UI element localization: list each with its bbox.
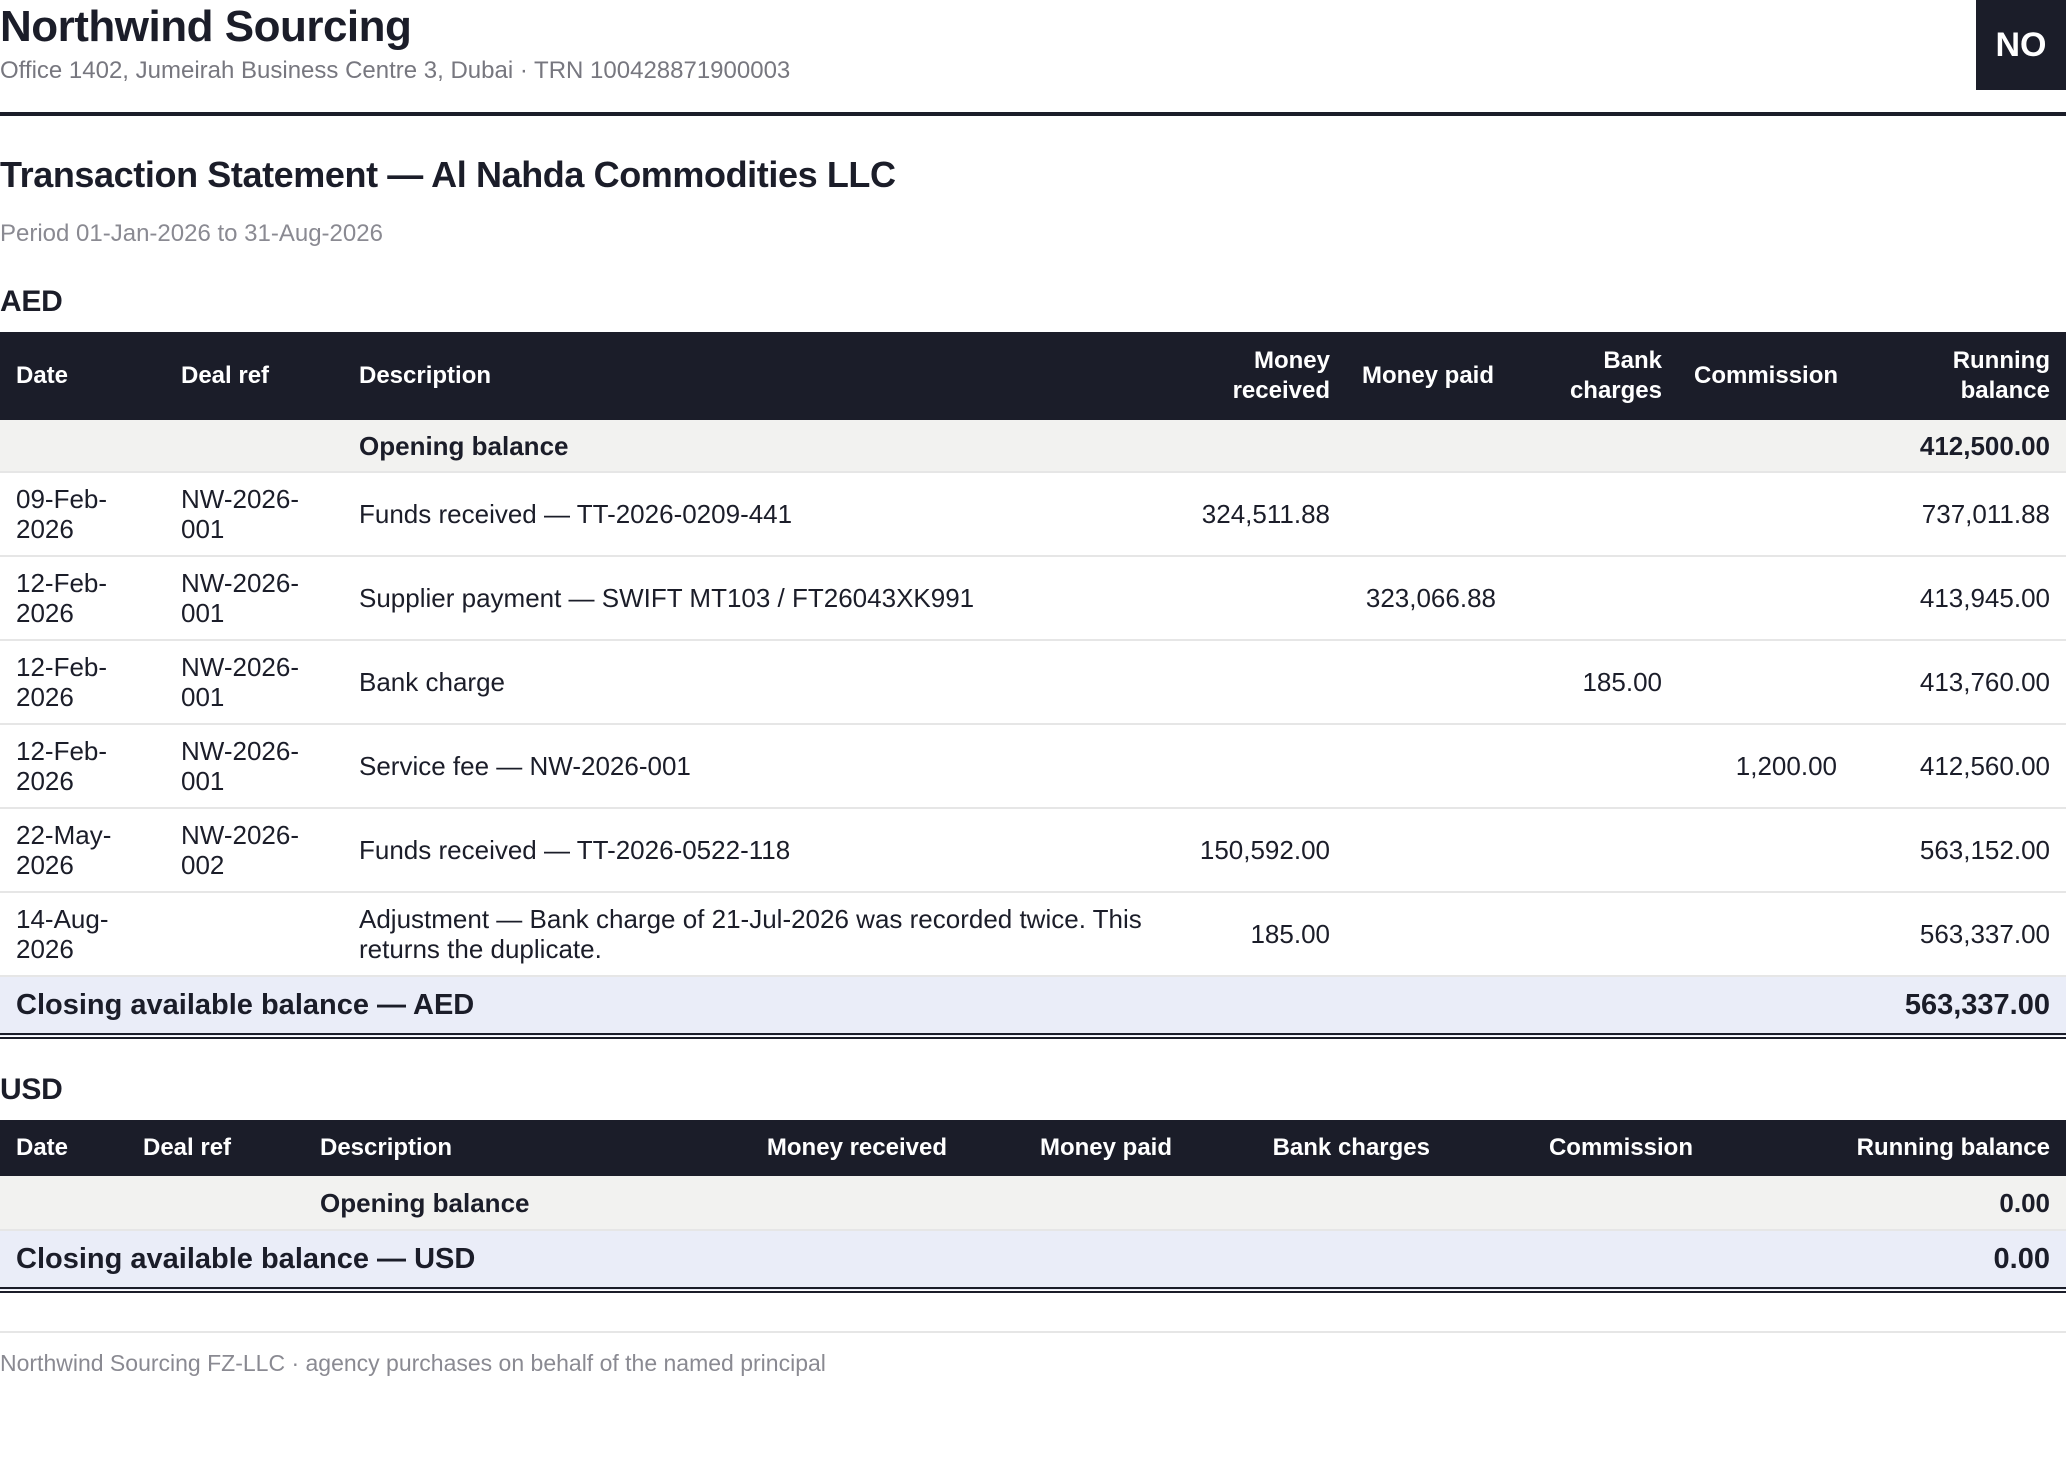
cell-date: 12-Feb-2026 bbox=[0, 556, 165, 641]
cell-bank-charges bbox=[1512, 472, 1678, 557]
cell-money-received bbox=[1163, 640, 1346, 725]
column-header-date: Date bbox=[0, 1120, 127, 1176]
cell-commission bbox=[1678, 808, 1853, 893]
closing-balance-value: 0.00 bbox=[1709, 1230, 2066, 1293]
cell-date: 22-May-2026 bbox=[0, 808, 165, 893]
opening-balance-label: Opening balance bbox=[304, 1176, 742, 1231]
cell-bank-charges bbox=[1512, 892, 1678, 977]
cell-money-paid bbox=[1346, 640, 1512, 725]
column-header-running-balance: Running balance bbox=[1853, 332, 2066, 420]
column-header-bank-charges: Bank charges bbox=[1188, 1120, 1446, 1176]
usd-transactions-table: Date Deal ref Description Money received… bbox=[0, 1120, 2066, 1293]
cell-commission bbox=[1678, 472, 1853, 557]
aed-transactions-table: Date Deal ref Description Money received… bbox=[0, 332, 2066, 1039]
table-row: 12-Feb-2026 NW-2026-001 Bank charge 185.00 4… bbox=[0, 640, 2066, 725]
table-row: 09-Feb-2026 NW-2026-001 Funds received — T… bbox=[0, 472, 2066, 557]
company-name: Northwind Sourcing bbox=[0, 2, 412, 51]
cell-description: Service fee — NW-2026-001 bbox=[343, 724, 1163, 809]
cell-commission bbox=[1678, 892, 1853, 977]
cell-running-balance: 737,011.88 bbox=[1853, 472, 2066, 557]
cell-money-received bbox=[1163, 724, 1346, 809]
cell-commission bbox=[1678, 640, 1853, 725]
currency-heading-usd: USD bbox=[0, 1073, 63, 1106]
table-row: 12-Feb-2026 NW-2026-001 Service fee — NW-2… bbox=[0, 724, 2066, 809]
column-header-deal-ref: Deal ref bbox=[165, 332, 343, 420]
company-initials-badge: NO bbox=[1976, 0, 2066, 90]
cell-description: Bank charge bbox=[343, 640, 1163, 725]
cell-money-received bbox=[1163, 556, 1346, 641]
cell-commission bbox=[1678, 556, 1853, 641]
cell-deal-ref: NW-2026-001 bbox=[165, 640, 343, 725]
column-header-running-balance: Running balance bbox=[1709, 1120, 2066, 1176]
opening-balance-label: Opening balance bbox=[343, 420, 1163, 473]
cell-money-received: 324,511.88 bbox=[1163, 472, 1346, 557]
cell-running-balance: 413,945.00 bbox=[1853, 556, 2066, 641]
cell-description: Funds received — TT-2026-0522-118 bbox=[343, 808, 1163, 893]
cell-bank-charges bbox=[1512, 808, 1678, 893]
statement-period: Period 01-Jan-2026 to 31-Aug-2026 bbox=[0, 220, 383, 247]
currency-heading-aed: AED bbox=[0, 285, 63, 318]
statement-title: Transaction Statement — Al Nahda Commodi… bbox=[0, 154, 896, 195]
table-row: 12-Feb-2026 NW-2026-001 Supplier payment —… bbox=[0, 556, 2066, 641]
opening-balance-value: 412,500.00 bbox=[1853, 420, 2066, 473]
closing-balance-label: Closing available balance — USD bbox=[0, 1230, 742, 1293]
column-header-description: Description bbox=[343, 332, 1163, 420]
cell-description: Adjustment — Bank charge of 21-Jul-2026 … bbox=[343, 892, 1163, 977]
cell-money-paid bbox=[1346, 472, 1512, 557]
cell-deal-ref bbox=[165, 892, 343, 977]
column-header-money-received: Money received bbox=[1163, 332, 1346, 420]
closing-balance-label: Closing available balance — AED bbox=[0, 976, 1163, 1039]
column-header-description: Description bbox=[304, 1120, 742, 1176]
cell-deal-ref: NW-2026-001 bbox=[165, 556, 343, 641]
cell-running-balance: 563,152.00 bbox=[1853, 808, 2066, 893]
cell-deal-ref: NW-2026-002 bbox=[165, 808, 343, 893]
opening-balance-value: 0.00 bbox=[1709, 1176, 2066, 1231]
opening-balance-row: Opening balance 0.00 bbox=[0, 1176, 2066, 1231]
closing-balance-value: 563,337.00 bbox=[1853, 976, 2066, 1039]
statement-page: Northwind Sourcing Office 1402, Jumeirah… bbox=[0, 0, 2066, 1466]
column-header-money-received: Money received bbox=[742, 1120, 963, 1176]
table-header-row: Date Deal ref Description Money received… bbox=[0, 332, 2066, 420]
closing-balance-row: Closing available balance — AED 563,337.… bbox=[0, 976, 2066, 1039]
column-header-commission: Commission bbox=[1678, 332, 1853, 420]
cell-money-paid: 323,066.88 bbox=[1346, 556, 1512, 641]
cell-date: 14-Aug-2026 bbox=[0, 892, 165, 977]
column-header-bank-charges: Bank charges bbox=[1512, 332, 1678, 420]
cell-money-received: 150,592.00 bbox=[1163, 808, 1346, 893]
table-row: 14-Aug-2026 Adjustment — Bank charge of 2… bbox=[0, 892, 2066, 977]
cell-deal-ref: NW-2026-001 bbox=[165, 724, 343, 809]
cell-deal-ref: NW-2026-001 bbox=[165, 472, 343, 557]
column-header-money-paid: Money paid bbox=[963, 1120, 1188, 1176]
column-header-commission: Commission bbox=[1446, 1120, 1709, 1176]
table-header-row: Date Deal ref Description Money received… bbox=[0, 1120, 2066, 1176]
cell-money-paid bbox=[1346, 724, 1512, 809]
cell-money-paid bbox=[1346, 808, 1512, 893]
cell-bank-charges: 185.00 bbox=[1512, 640, 1678, 725]
table-row: 22-May-2026 NW-2026-002 Funds received — T… bbox=[0, 808, 2066, 893]
cell-running-balance: 563,337.00 bbox=[1853, 892, 2066, 977]
cell-date: 09-Feb-2026 bbox=[0, 472, 165, 557]
cell-bank-charges bbox=[1512, 724, 1678, 809]
company-address: Office 1402, Jumeirah Business Centre 3,… bbox=[0, 57, 791, 84]
cell-date: 12-Feb-2026 bbox=[0, 640, 165, 725]
column-header-money-paid: Money paid bbox=[1346, 332, 1512, 420]
cell-bank-charges bbox=[1512, 556, 1678, 641]
cell-money-received: 185.00 bbox=[1163, 892, 1346, 977]
column-header-date: Date bbox=[0, 332, 165, 420]
cell-commission: 1,200.00 bbox=[1678, 724, 1853, 809]
closing-balance-row: Closing available balance — USD 0.00 bbox=[0, 1230, 2066, 1293]
cell-money-paid bbox=[1346, 892, 1512, 977]
cell-date: 12-Feb-2026 bbox=[0, 724, 165, 809]
footer-note: Northwind Sourcing FZ-LLC · agency purch… bbox=[0, 1350, 826, 1376]
footer-divider bbox=[0, 1331, 2066, 1333]
cell-running-balance: 412,560.00 bbox=[1853, 724, 2066, 809]
cell-description: Supplier payment — SWIFT MT103 / FT26043… bbox=[343, 556, 1163, 641]
company-header: Northwind Sourcing Office 1402, Jumeirah… bbox=[0, 0, 2066, 116]
cell-description: Funds received — TT-2026-0209-441 bbox=[343, 472, 1163, 557]
opening-balance-row: Opening balance 412,500.00 bbox=[0, 420, 2066, 473]
column-header-deal-ref: Deal ref bbox=[127, 1120, 304, 1176]
cell-running-balance: 413,760.00 bbox=[1853, 640, 2066, 725]
